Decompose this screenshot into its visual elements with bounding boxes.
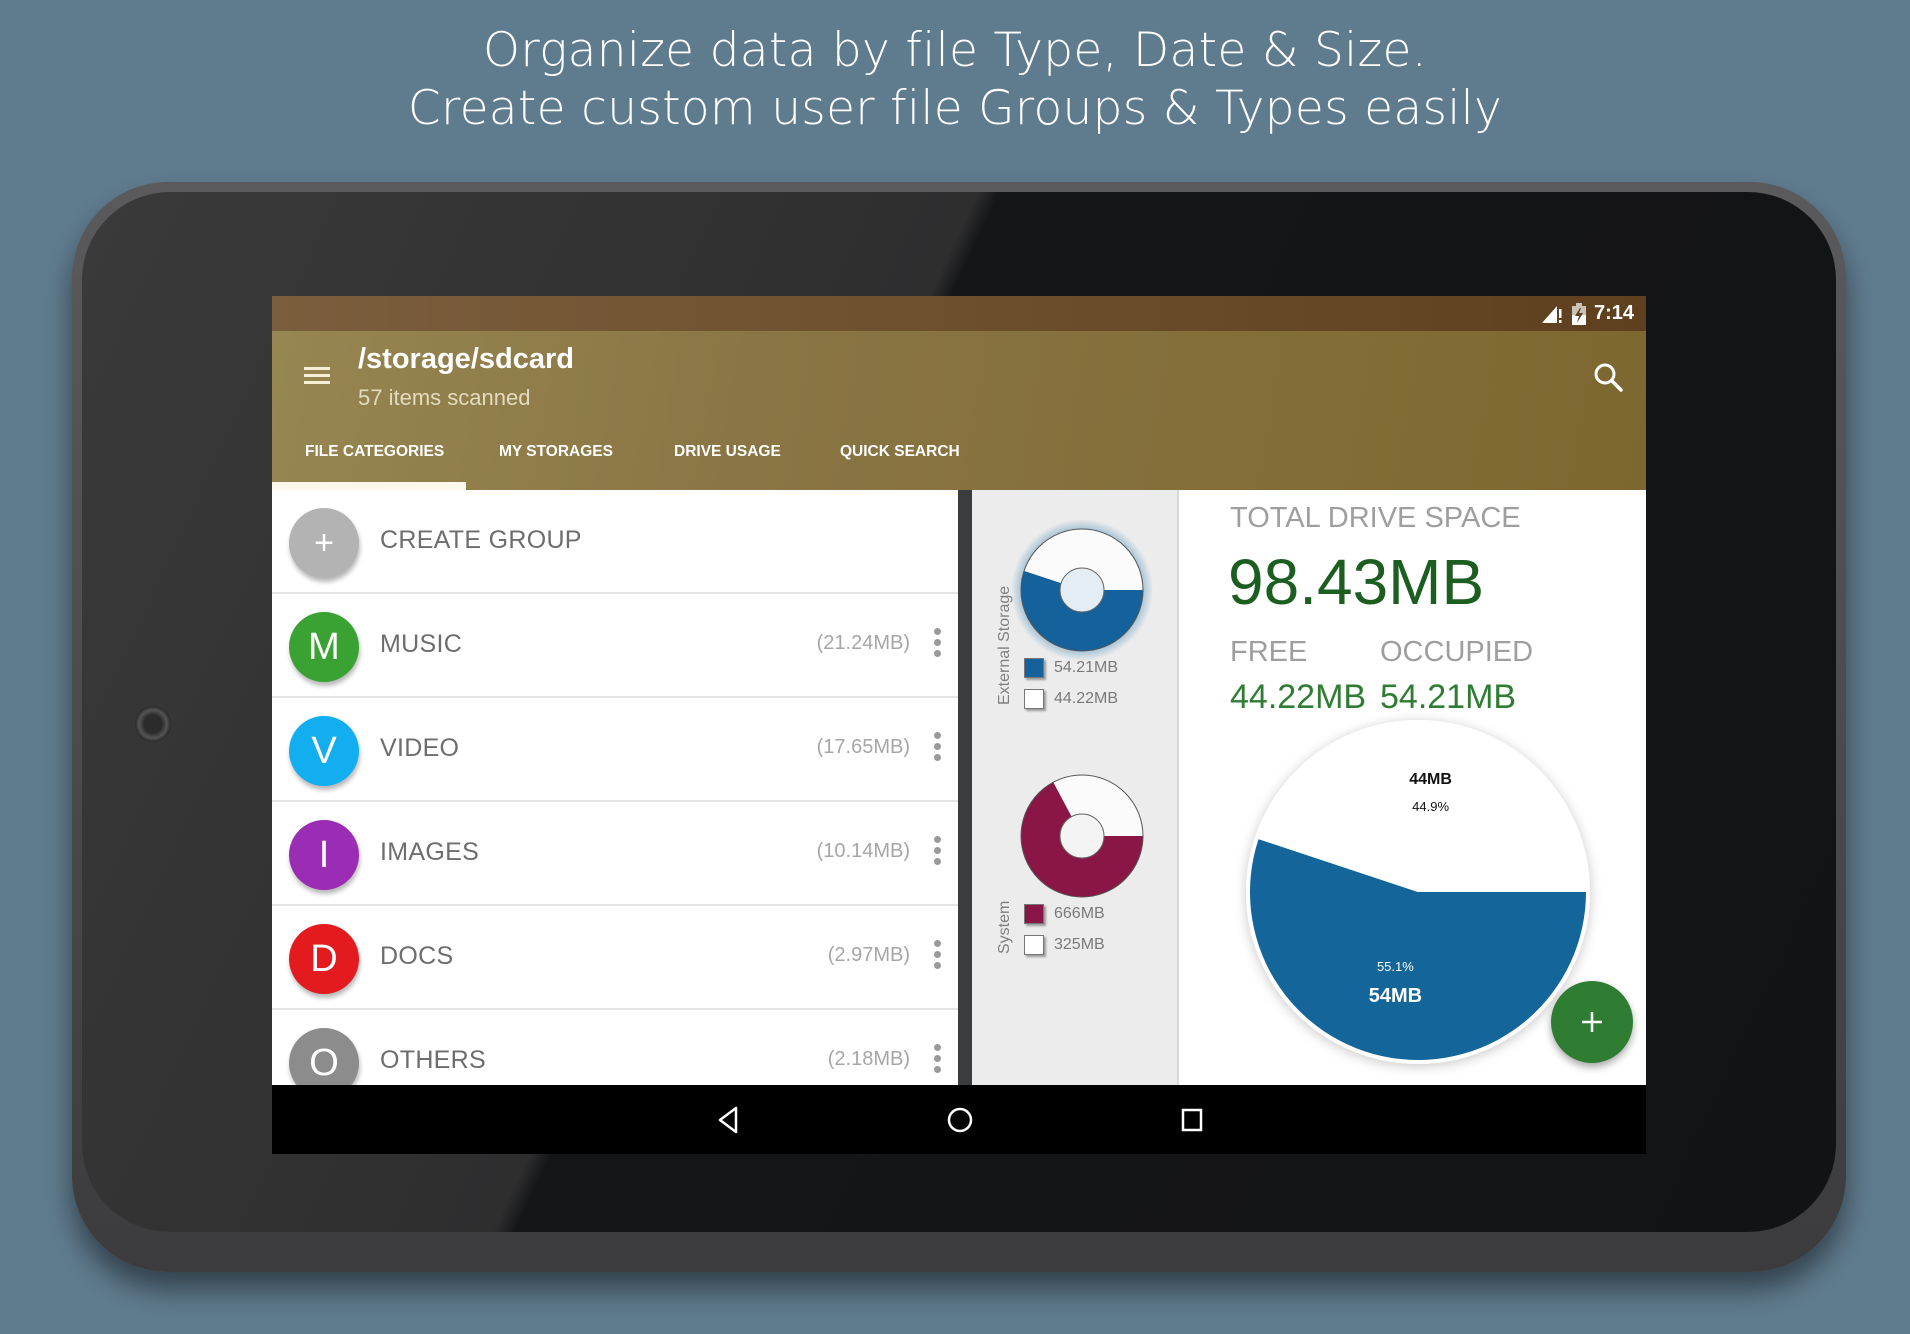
legend-swatch [1024, 935, 1044, 955]
create-group-row[interactable]: + CREATE GROUP [272, 490, 958, 594]
clock: 7:14 [1593, 302, 1634, 324]
more-options-icon[interactable] [932, 628, 942, 662]
add-group-icon: + [289, 508, 359, 578]
add-fab-button[interactable] [1551, 981, 1633, 1063]
category-label: OTHERS [380, 1046, 486, 1074]
category-row-music[interactable]: M MUSIC (21.24MB) [272, 594, 958, 698]
donut-system [1020, 774, 1144, 898]
system-storage-label: System [996, 900, 1013, 954]
occupied-label: OCCUPIED [1380, 636, 1534, 668]
tab-label: DRIVE USAGE [674, 443, 781, 460]
pie-value-label: 44MB [1409, 771, 1452, 788]
donut-hole [1059, 813, 1105, 859]
total-drive-space-label: TOTAL DRIVE SPACE [1230, 502, 1521, 534]
category-label: IMAGES [380, 838, 480, 866]
category-label: MUSIC [380, 630, 463, 658]
more-options-icon[interactable] [932, 732, 942, 766]
category-row-docs[interactable]: D DOCS (2.97MB) [272, 906, 958, 1010]
tab-quick-search[interactable]: QUICK SEARCH [807, 426, 987, 490]
images-avatar: I [289, 820, 359, 890]
free-value: 44.22MB [1230, 678, 1367, 716]
category-list: + CREATE GROUP M MUSIC (21.24MB) V VIDEO… [272, 490, 958, 1085]
category-size: (17.65MB) [816, 736, 910, 758]
signal-warning-icon [1541, 305, 1562, 323]
pane-divider[interactable] [958, 490, 972, 1085]
plus-icon [1582, 1012, 1602, 1032]
status-bar: 7:14 [272, 296, 1646, 331]
legend-occupied-system: 666MB [1024, 904, 1105, 924]
legend-swatch [1024, 689, 1044, 709]
category-label: CREATE GROUP [380, 526, 582, 554]
tab-bar: FILE CATEGORIES MY STORAGES DRIVE USAGE … [272, 426, 987, 490]
video-avatar: V [289, 716, 359, 786]
donut-hole [1059, 567, 1105, 613]
hamburger-menu-icon[interactable] [302, 361, 334, 393]
battery-charging-icon [1571, 302, 1586, 325]
category-size: (21.24MB) [816, 632, 910, 654]
promo-headline: Organize data by file Type, Date & Size.… [0, 22, 1910, 138]
donut-external [1011, 519, 1153, 661]
navigation-bar [272, 1085, 1646, 1154]
legend-free-system: 325MB [1024, 935, 1105, 955]
tab-label: QUICK SEARCH [840, 443, 960, 460]
category-label: VIDEO [380, 734, 460, 762]
others-avatar: O [289, 1028, 359, 1085]
total-drive-space-value: 98.43MB [1228, 546, 1485, 618]
free-label: FREE [1230, 636, 1308, 668]
external-storage-label: External Storage [996, 585, 1013, 705]
category-row-video[interactable]: V VIDEO (17.65MB) [272, 698, 958, 802]
pie-value-label: 54MB [1369, 985, 1422, 1007]
recents-icon[interactable] [1177, 1105, 1207, 1135]
legend-text: 325MB [1054, 936, 1105, 953]
tab-file-categories[interactable]: FILE CATEGORIES [272, 426, 466, 490]
legend-occupied-external: 54.21MB [1024, 658, 1118, 678]
more-options-icon[interactable] [932, 940, 942, 974]
tab-label: FILE CATEGORIES [305, 443, 445, 460]
category-size: (2.97MB) [827, 944, 910, 966]
headline-line-1: Organize data by file Type, Date & Size. [483, 23, 1427, 78]
storage-summary-panel: External Storage 54.21MB 44.22MB System … [972, 490, 1179, 1085]
camera-icon [135, 706, 171, 742]
legend-text: 44.22MB [1054, 690, 1119, 707]
docs-avatar: D [289, 924, 359, 994]
legend-text: 666MB [1054, 905, 1105, 922]
category-label: DOCS [380, 942, 454, 970]
legend-text: 54.21MB [1054, 659, 1119, 676]
home-icon[interactable] [945, 1105, 975, 1135]
more-options-icon[interactable] [932, 1044, 942, 1078]
back-icon[interactable] [714, 1105, 744, 1135]
tab-my-storages[interactable]: MY STORAGES [466, 426, 641, 490]
tab-indicator [272, 482, 466, 490]
scan-subtitle: 57 items scanned [358, 385, 531, 410]
legend-swatch [1024, 904, 1044, 924]
headline-line-2: Create custom user file Groups & Types e… [407, 81, 1503, 136]
storage-donuts [1011, 519, 1153, 898]
tab-drive-usage[interactable]: DRIVE USAGE [641, 426, 807, 490]
path-title: /storage/sdcard [358, 343, 574, 375]
legend-free-external: 44.22MB [1024, 689, 1118, 709]
search-icon[interactable] [1592, 361, 1626, 395]
pie-percent-label: 55.1% [1377, 959, 1414, 974]
pie-percent-label: 44.9% [1412, 799, 1449, 814]
category-row-others[interactable]: O OTHERS (2.18MB) [272, 1010, 958, 1085]
category-row-images[interactable]: I IMAGES (10.14MB) [272, 802, 958, 906]
content-area: + CREATE GROUP M MUSIC (21.24MB) V VIDEO… [272, 490, 1646, 1085]
category-size: (2.18MB) [827, 1048, 910, 1070]
music-avatar: M [289, 612, 359, 682]
category-size: (10.14MB) [816, 840, 910, 862]
tab-label: MY STORAGES [499, 443, 613, 460]
device-screen: 7:14 /storage/sdcard 57 items scanned FI… [272, 296, 1646, 1154]
app-toolbar: /storage/sdcard 57 items scanned FILE CA… [272, 331, 1646, 490]
occupied-value: 54.21MB [1380, 678, 1517, 716]
more-options-icon[interactable] [932, 836, 942, 870]
legend-swatch [1024, 658, 1044, 678]
